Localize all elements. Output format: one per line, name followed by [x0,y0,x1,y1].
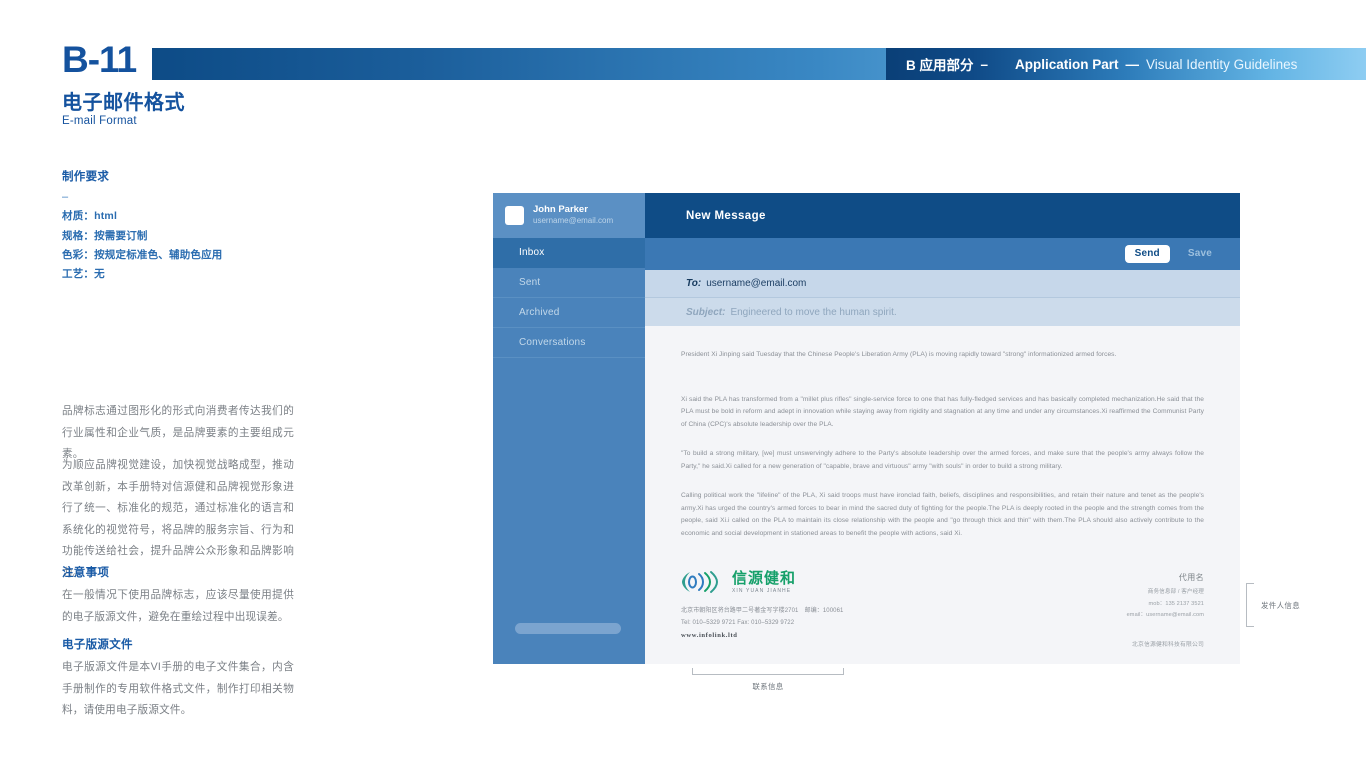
page-code: B-11 [62,39,137,80]
source-file-heading: 电子版源文件 [62,639,133,651]
body-paragraph-1: Xi said the PLA has transformed from a "… [681,395,1204,429]
annotation-sender-info: 发件人信息 [1246,583,1300,627]
spec-title: 制作要求 [62,171,110,183]
signature-telfax: Tel: 010–5329 9721 Fax: 010–5329 9722 [681,620,795,627]
brand-wave-icon [682,571,719,594]
sender-company: 北京信源健和科技有限公司 [1132,642,1204,648]
header-section-cn: B 应用部分 [906,58,974,73]
sidebar-item-label: Conversations [519,337,586,348]
spec-color: 色彩：按规定标准色、辅助色应用 [62,248,223,261]
body-paragraph-intro: President Xi Jinping said Tuesday that t… [681,351,1117,358]
annotation-sender-info-label: 发件人信息 [1261,600,1300,610]
to-field-label: To: [686,278,702,289]
spec-size: 规格：按需要订制 [62,229,148,242]
annotation-bracket-vertical [1246,583,1254,627]
email-body[interactable]: President Xi Jinping said Tuesday that t… [645,326,1240,664]
compose-toolbar: Send Save [645,238,1240,270]
header-section-banner: B 应用部分 – Application Part — Visual Ident… [886,48,1366,80]
annotation-contact-info: 联系信息 [692,668,844,692]
brand-name-cn: 信源健和 [732,569,797,587]
annotation-bracket-horizontal [692,668,844,675]
notice-heading: 注意事项 [62,567,110,579]
account-name: John Parker [533,204,588,216]
signature-address: 北京市朝阳区将台路甲二号著金写字楼2701 邮编：100061 [681,608,844,615]
signature-contact-block: 信源健和 XIN YUAN JIANHE 北京市朝阳区将台路甲二号著金写字楼27… [681,570,951,639]
brand-logo: 信源健和 XIN YUAN JIANHE [681,570,951,594]
brand-name-en: XIN YUAN JIANHE [732,587,792,594]
header-separator: — [1125,56,1140,72]
source-file-block: 电子版源文件 电子版源文件是本VI手册的电子文件集合，内含手册制作的专用软件格式… [62,636,294,722]
body-paragraph-3: Calling political work the "lifeline" of… [681,491,1204,538]
signature-sender-block: 代用名 商务信息部 / 客户经理 mob：135 2137 3521 email… [1127,570,1204,648]
compose-title: New Message [686,209,766,222]
page-title-cn: 电子邮件格式 [62,92,185,114]
save-button[interactable]: Save [1178,245,1222,263]
subject-field-value: Engineered to move the human spirit. [730,306,897,318]
avatar [505,206,524,225]
email-sidebar: John Parker username@email.com Inbox Sen… [493,193,645,664]
sidebar-item-sent[interactable]: Sent [493,268,645,298]
annotation-contact-info-label: 联系信息 [752,682,784,691]
email-signature: 信源健和 XIN YUAN JIANHE 北京市朝阳区将台路甲二号著金写字楼27… [681,570,1204,648]
header-dash: – [980,56,989,72]
email-client-mockup: John Parker username@email.com Inbox Sen… [493,193,1240,664]
sender-name: 代用名 [1178,573,1204,583]
sidebar-item-archived[interactable]: Archived [493,298,645,328]
sidebar-item-label: Archived [519,307,560,318]
subject-field-label: Subject: [686,306,726,318]
page-title-en: E-mail Format [62,115,137,127]
spec-dash: – [62,191,69,203]
notice-block: 注意事项 在一般情况下使用品牌标志，应该尽量使用提供的电子版源文件，避免在重绘过… [62,564,294,628]
sender-department: 商务信息部 / 客户经理 [1147,589,1204,596]
subject-field-row[interactable]: Subject: Engineered to move the human sp… [645,298,1240,326]
spec-block: 制作要求 – 材质：html 规格：按需要订制 色彩：按规定标准色、辅助色应用 … [62,168,294,285]
signature-website[interactable]: www.infolink.ltd [681,632,951,639]
body-paragraph-2: "To build a strong military, [we] must u… [681,450,1204,470]
sender-email: email：username@email.com [1126,611,1204,618]
compose-header: New Message [645,193,1240,238]
header-section-en: Application Part [1015,56,1119,72]
to-field-row[interactable]: To: username@email.com [645,270,1240,298]
account-email: username@email.com [533,216,614,226]
sidebar-account[interactable]: John Parker username@email.com [493,193,645,238]
spec-material: 材质：html [62,210,118,223]
vi-manual-page: B-11 B 应用部分 – Application Part — Visual … [0,0,1366,768]
notice-body: 在一般情况下使用品牌标志，应该尽量使用提供的电子版源文件，避免在重绘过程中出现误… [62,589,294,623]
sender-mobile: mob：135 2137 3521 [1148,600,1204,607]
header-subtitle: Visual Identity Guidelines [1146,56,1298,72]
sidebar-placeholder-bar [515,623,621,634]
sidebar-item-inbox[interactable]: Inbox [493,238,645,268]
sidebar-item-label: Inbox [519,247,545,258]
send-button[interactable]: Send [1124,245,1170,263]
sidebar-item-label: Sent [519,277,541,288]
to-field-value: username@email.com [706,278,807,289]
sidebar-item-conversations[interactable]: Conversations [493,328,645,358]
email-main-pane: New Message Send Save To: username@email… [645,193,1240,664]
spec-craft: 工艺：无 [62,268,105,281]
source-file-body: 电子版源文件是本VI手册的电子文件集合，内含手册制作的专用软件格式文件，制作打印… [62,661,294,717]
